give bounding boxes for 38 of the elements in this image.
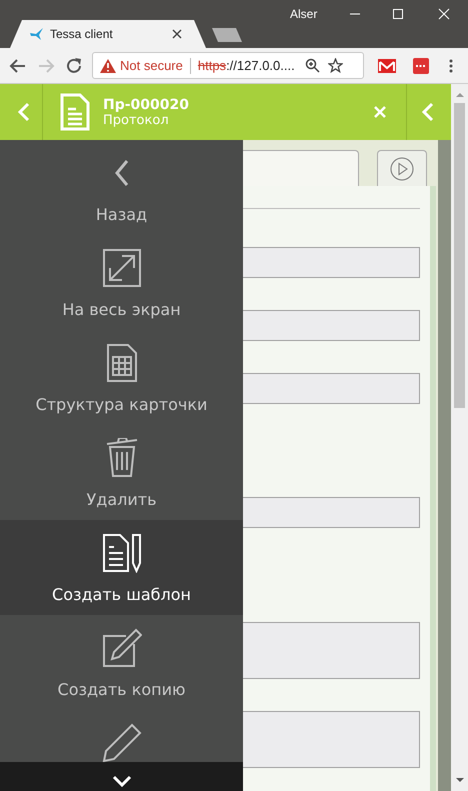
address-bar[interactable]: Not secure https://127.0.0.... [92,52,364,79]
chevron-down-icon [112,775,132,787]
edit-icon [102,628,142,668]
url-text: https://127.0.0.... [198,58,295,73]
expand-icon [102,248,142,288]
pencil-icon [102,723,142,763]
document-pen-icon [102,533,142,573]
menu-item[interactable]: Удалить [0,425,243,520]
menu-icon[interactable] [449,58,453,72]
maximize-icon[interactable] [390,6,406,22]
reload-icon[interactable] [64,56,84,76]
card-type: Протокол [103,112,170,128]
zoom-icon[interactable] [304,58,320,73]
menu-item[interactable]: На весь экран [0,235,243,330]
menu-item[interactable]: Создать шаблон [0,520,243,615]
play-circle-icon [390,157,414,181]
scrollbar-thumb[interactable] [454,103,465,408]
new-tab-button[interactable] [212,28,242,42]
star-icon[interactable] [328,58,343,73]
scroll-down-icon[interactable] [456,777,464,783]
warning-icon [100,58,116,72]
scroll-up-icon[interactable] [456,92,464,98]
tab-title: Tessa client [50,27,114,41]
document-icon [60,93,90,131]
menu-item[interactable]: Структура карточки [0,330,243,425]
security-label[interactable]: Not secure [120,58,183,73]
tasks-tab[interactable] [377,150,427,186]
bird-icon [30,28,44,40]
close-icon[interactable] [436,6,452,22]
menu-item[interactable]: Создать копию [0,615,243,710]
extension-icon[interactable] [413,58,429,74]
card-number: Пр-000020 [103,96,190,112]
profile-name[interactable]: Alser [290,7,318,21]
mail-extension-icon[interactable] [378,58,396,72]
close-icon[interactable] [172,29,182,39]
menu-item[interactable]: Назад [0,140,243,235]
table-document-icon [106,343,138,383]
browser-tab[interactable]: Tessa client [10,20,206,48]
